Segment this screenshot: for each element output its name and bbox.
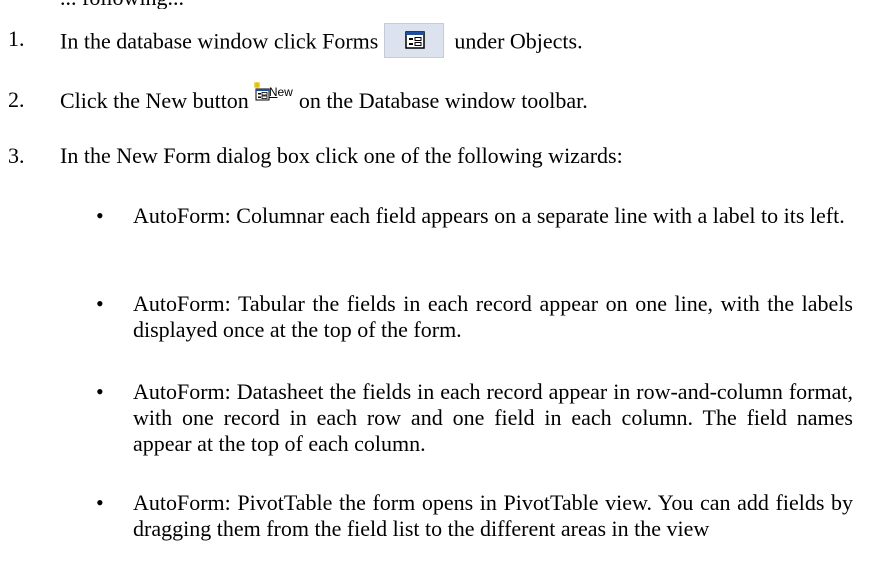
bullet-text: AutoForm: PivotTable the form opens in P… bbox=[133, 490, 853, 541]
step-text: In the New Form dialog box click one of … bbox=[60, 143, 623, 168]
step-text-before: In the database window click Forms bbox=[60, 28, 379, 54]
step-text-after: under Objects. bbox=[454, 28, 583, 54]
step-number: 3. bbox=[8, 143, 25, 168]
bullet-symbol: • bbox=[96, 291, 104, 316]
bullet-text: AutoForm: Columnar each field appears on… bbox=[133, 203, 845, 228]
step-number: 1. bbox=[8, 26, 25, 51]
bullet-symbol: • bbox=[96, 203, 104, 228]
new-button-label: New bbox=[269, 86, 293, 98]
bullet-symbol: • bbox=[96, 379, 104, 404]
step-text-after: on the Database window toolbar. bbox=[298, 88, 588, 114]
step-text: In the database window click Forms under… bbox=[60, 23, 583, 61]
bullet-symbol: • bbox=[96, 490, 104, 515]
partial-top-line: ... following... bbox=[60, 0, 184, 9]
new-button-icon[interactable]: New bbox=[253, 82, 295, 114]
bullet-text: AutoForm: Datasheet the fields in each r… bbox=[133, 379, 853, 456]
bullet-text: AutoForm: Tabular the fields in each rec… bbox=[133, 291, 853, 342]
partial-top-text: ... following... bbox=[60, 0, 184, 9]
forms-glyph bbox=[405, 31, 426, 49]
new-label-rest: ew bbox=[277, 85, 293, 99]
step-text: Click the New button New on the Database… bbox=[60, 82, 588, 119]
step-number: 2. bbox=[8, 87, 25, 112]
forms-icon[interactable] bbox=[384, 23, 445, 58]
step-text-before: Click the New button bbox=[60, 88, 249, 114]
